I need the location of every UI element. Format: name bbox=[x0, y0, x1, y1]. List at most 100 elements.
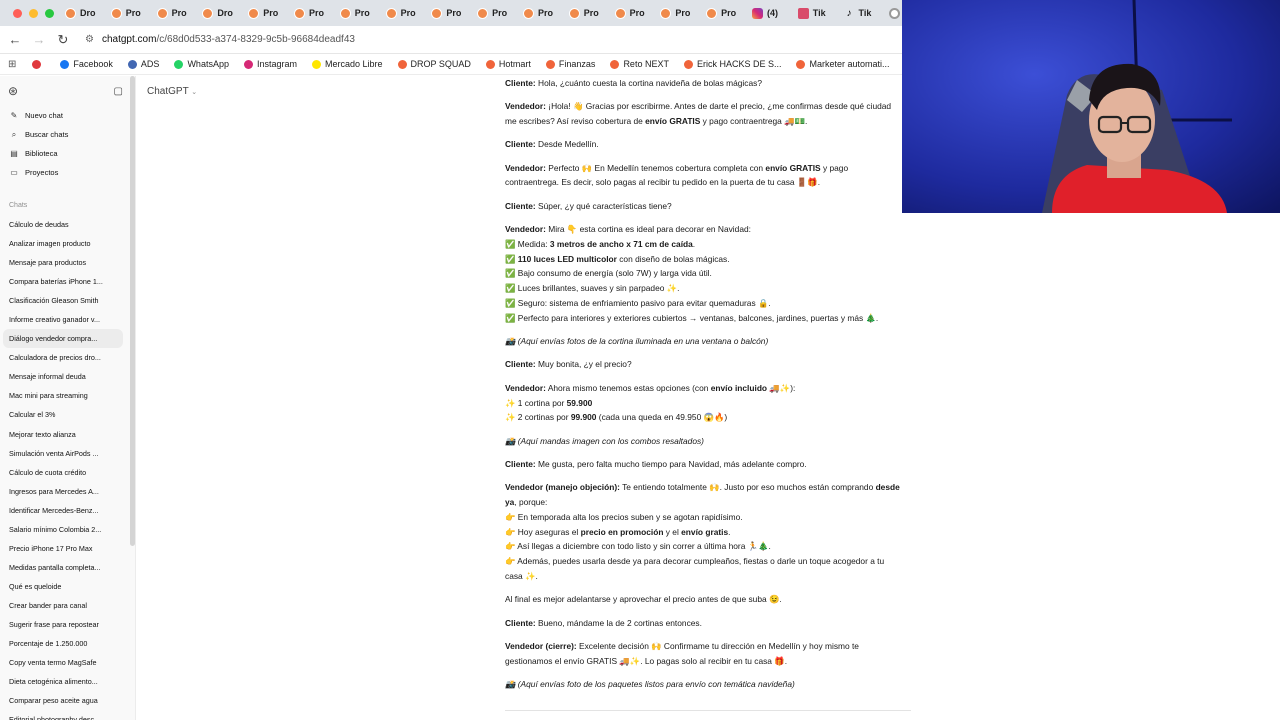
bookmark-item[interactable]: DROP SQUAD bbox=[397, 59, 471, 69]
bookmark-item[interactable]: Erick HACKS DE S... bbox=[683, 59, 781, 69]
sidebar-scrollbar[interactable] bbox=[130, 76, 135, 546]
browser-tab[interactable]: Pro bbox=[608, 0, 654, 26]
sidebar-nav-label: Proyectos bbox=[25, 168, 59, 177]
text-segment: 👉 Hoy aseguras el bbox=[505, 526, 581, 537]
browser-tab[interactable]: Dro bbox=[58, 0, 104, 26]
dialogue-turn: Vendedor (manejo objeción): Te entiendo … bbox=[505, 480, 911, 584]
browser-tab[interactable]: Pro bbox=[287, 0, 333, 26]
message-line: ✅ Medida: 3 metros de ancho x 71 cm de c… bbox=[505, 237, 911, 252]
browser-tab[interactable]: Pro bbox=[516, 0, 562, 26]
chat-history-item[interactable]: Ingresos para Mercedes A... bbox=[0, 482, 135, 501]
chat-history-item[interactable]: Cálculo de cuota crédito bbox=[0, 463, 135, 482]
chat-history-item[interactable]: Qué es queloide bbox=[0, 577, 135, 596]
openai-logo-icon[interactable]: ⊛ bbox=[8, 84, 18, 98]
chat-history-item[interactable]: Cálculo de deudas bbox=[0, 215, 135, 234]
bookmark-item[interactable]: Hotmart bbox=[485, 59, 531, 69]
chat-history-item[interactable]: Clasificación Gleason Smith bbox=[0, 291, 135, 310]
bookmark-label: Instagram bbox=[256, 59, 297, 69]
browser-tab[interactable]: Pro bbox=[241, 0, 287, 26]
chat-history-item[interactable]: Analizar imagen producto bbox=[0, 234, 135, 253]
browser-tab[interactable]: Pro bbox=[150, 0, 196, 26]
browser-tab[interactable]: Pro bbox=[424, 0, 470, 26]
orange-circle-icon bbox=[65, 7, 76, 19]
bold-text: Cliente: bbox=[505, 359, 536, 370]
chat-history-item[interactable]: Mensaje informal deuda bbox=[0, 367, 135, 386]
message-line: 📸 (Aquí envías foto de los paquetes list… bbox=[505, 677, 911, 692]
text-segment: Perfecto 🙌 En Medellín tenemos cobertura… bbox=[545, 162, 766, 173]
browser-tab[interactable]: Dro bbox=[195, 0, 241, 26]
chat-history-item[interactable]: Copy venta termo MagSafe bbox=[0, 653, 135, 672]
tab-label: Tik bbox=[812, 8, 826, 18]
chat-history-item[interactable]: Dieta cetogénica alimento... bbox=[0, 672, 135, 691]
chat-history-item[interactable]: Mensaje para productos bbox=[0, 253, 135, 272]
bold-text: Cliente: bbox=[505, 200, 536, 211]
sidebar-nav-item[interactable]: ▭ Proyectos bbox=[0, 163, 135, 182]
bookmark-item[interactable]: WhatsApp bbox=[174, 59, 229, 69]
bookmark-item[interactable]: Mercado Libre bbox=[312, 59, 383, 69]
browser-tab[interactable]: Pro bbox=[562, 0, 608, 26]
bookmark-favicon-icon bbox=[485, 59, 495, 69]
chat-history-item[interactable]: Compara baterías iPhone 1... bbox=[0, 272, 135, 291]
text-segment: , porque: bbox=[514, 497, 548, 508]
bookmark-item[interactable]: Marketer automati... bbox=[796, 59, 890, 69]
message-line: ✅ Perfecto para interiores y exteriores … bbox=[505, 311, 911, 326]
chat-history-item[interactable]: Comparar peso aceite agua bbox=[0, 691, 135, 710]
dialogue-turn: Vendedor: Ahora mismo tenemos estas opci… bbox=[505, 381, 911, 425]
bookmark-item[interactable]: Finanzas bbox=[545, 59, 595, 69]
text-segment: ✅ bbox=[505, 253, 518, 264]
bookmark-item[interactable] bbox=[32, 59, 45, 69]
browser-tab[interactable]: Pro bbox=[104, 0, 150, 26]
minimize-window-icon[interactable] bbox=[29, 8, 38, 18]
sidebar-nav-item[interactable]: ▤ Biblioteca bbox=[0, 144, 135, 163]
chat-history-item[interactable]: Diálogo vendedor compra... bbox=[3, 329, 123, 349]
browser-tab[interactable]: Pro bbox=[653, 0, 699, 26]
browser-tab[interactable]: Pro bbox=[470, 0, 516, 26]
reload-icon[interactable]: ↻ bbox=[51, 32, 75, 48]
browser-tab[interactable]: (4) bbox=[745, 0, 791, 26]
chat-history-item[interactable]: Identificar Mercedes-Benz... bbox=[0, 501, 135, 520]
bookmark-item[interactable]: Facebook bbox=[60, 59, 113, 69]
chat-history-item[interactable]: Mejorar texto alianza bbox=[0, 425, 135, 444]
bookmark-item[interactable]: Instagram bbox=[243, 59, 297, 69]
toggle-sidebar-icon[interactable]: ▢ bbox=[114, 86, 123, 97]
dialogue-turn: Vendedor: Perfecto 🙌 En Medellín tenemos… bbox=[505, 161, 911, 191]
bookmark-item[interactable]: Reto NEXT bbox=[610, 59, 669, 69]
sidebar-nav-item[interactable]: ⌕ Buscar chats bbox=[0, 125, 135, 144]
chat-history-item[interactable]: Calcular el 3% bbox=[0, 405, 135, 424]
chat-history-item[interactable]: Salario mínimo Colombia 2... bbox=[0, 520, 135, 539]
back-icon[interactable]: ← bbox=[3, 32, 27, 47]
maximize-window-icon[interactable] bbox=[45, 8, 54, 18]
orange-circle-icon bbox=[614, 7, 626, 19]
chat-history-item[interactable]: Porcentaje de 1.250.000 bbox=[0, 634, 135, 653]
chat-history-item[interactable]: Simulación venta AirPods ... bbox=[0, 444, 135, 463]
chat-history-item[interactable]: Mac mini para streaming bbox=[0, 386, 135, 405]
sidebar-nav-label: Buscar chats bbox=[25, 130, 69, 139]
dialogue-turn: Vendedor: ¡Hola! 👋 Gracias por escribirm… bbox=[505, 99, 911, 129]
bookmark-label: Hotmart bbox=[498, 59, 531, 69]
text-segment: Muy bonita, ¿y el precio? bbox=[535, 359, 632, 370]
apps-grid-icon[interactable]: ⊞ bbox=[8, 59, 16, 70]
browser-tab[interactable]: Pro bbox=[379, 0, 425, 26]
chat-history-item[interactable]: Medidas pantalla completa... bbox=[0, 558, 135, 577]
site-settings-icon[interactable]: ⚙ bbox=[85, 34, 94, 45]
chat-history-item[interactable]: Sugerir frase para repostear bbox=[0, 615, 135, 634]
browser-tab[interactable]: Tik bbox=[791, 0, 837, 26]
browser-tab[interactable]: ♪ Tik bbox=[837, 0, 883, 26]
forward-icon[interactable]: → bbox=[27, 32, 51, 47]
model-selector[interactable]: ChatGPT ⌄ bbox=[147, 86, 197, 97]
sidebar-nav-item[interactable]: ✎ Nuevo chat bbox=[0, 106, 135, 125]
url-field[interactable]: ⚙ chatgpt.com/c/68d0d533-a374-8329-9c5b-… bbox=[85, 34, 355, 45]
browser-tab[interactable]: Pro bbox=[333, 0, 379, 26]
message-line: Vendedor: ¡Hola! 👋 Gracias por escribirm… bbox=[505, 99, 911, 114]
message-line: 👉 Además, puedes usarla desde ya para de… bbox=[505, 554, 911, 569]
bookmark-label: WhatsApp bbox=[187, 59, 229, 69]
chat-history-item[interactable]: Calculadora de precios dro... bbox=[0, 348, 135, 367]
bookmark-item[interactable]: ADS bbox=[127, 59, 159, 69]
chat-history-item[interactable]: Informe creativo ganador v... bbox=[0, 310, 135, 329]
chat-history-item[interactable]: Editorial photography desc... bbox=[0, 710, 135, 720]
browser-tab[interactable]: Pro bbox=[699, 0, 745, 26]
chat-history-item[interactable]: Precio iPhone 17 Pro Max bbox=[0, 539, 135, 558]
text-segment: Bueno, mándame la de 2 cortinas entonces… bbox=[535, 617, 702, 628]
close-window-icon[interactable] bbox=[13, 8, 22, 18]
chat-history-item[interactable]: Crear bander para canal bbox=[0, 596, 135, 615]
